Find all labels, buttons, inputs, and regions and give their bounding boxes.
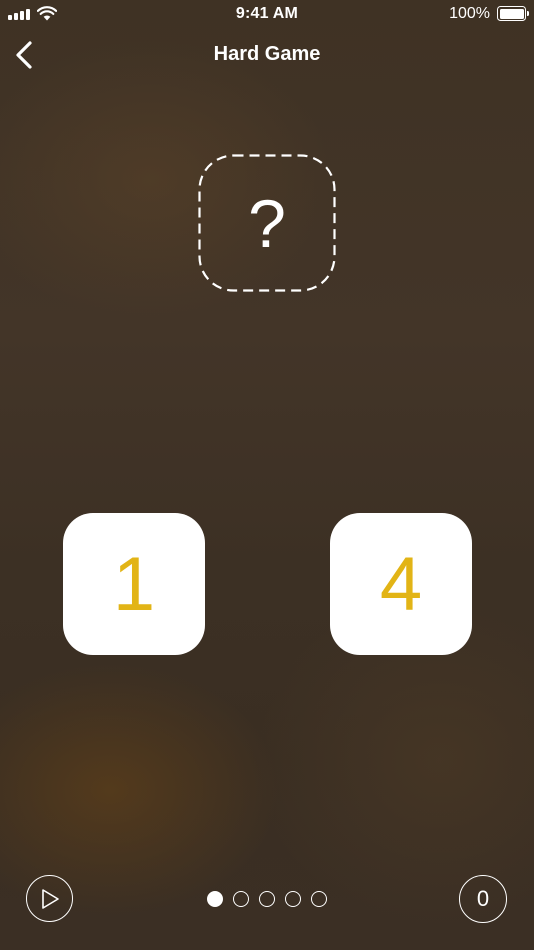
page-dot[interactable] (207, 891, 223, 907)
page-dot[interactable] (311, 891, 327, 907)
number-tile-2[interactable]: 4 (330, 513, 472, 655)
page-dot[interactable] (285, 891, 301, 907)
play-button[interactable] (26, 875, 73, 922)
score-button[interactable]: 0 (459, 875, 507, 923)
answer-placeholder: ? (248, 186, 286, 262)
page-title: Hard Game (213, 43, 321, 65)
game-screen: 9:41 AM 100% Hard Game ? 1 4 0 (0, 0, 534, 950)
answer-slot: ? (198, 154, 336, 292)
tile-value: 1 (112, 542, 156, 627)
status-bar: 9:41 AM 100% (0, 0, 534, 28)
battery-percentage: 100% (449, 5, 490, 22)
play-icon (42, 889, 59, 909)
page-dot[interactable] (233, 891, 249, 907)
battery-icon (497, 6, 529, 21)
number-tile-1[interactable]: 1 (63, 513, 205, 655)
page-dot[interactable] (259, 891, 275, 907)
page-indicator (207, 891, 331, 907)
tile-value: 4 (379, 542, 423, 627)
